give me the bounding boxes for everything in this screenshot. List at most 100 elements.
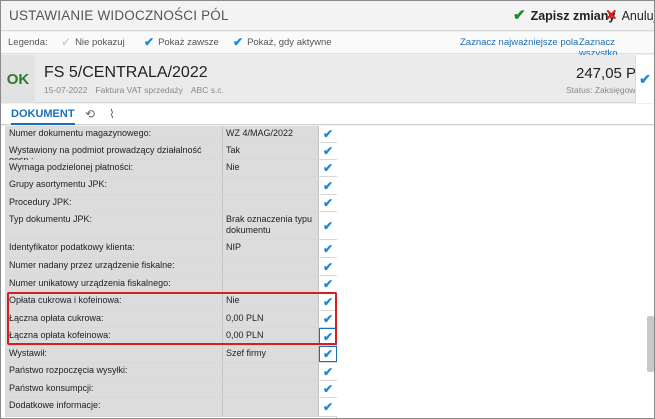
visibility-check-icon[interactable]: ✔	[319, 398, 337, 416]
visibility-check-icon[interactable]: ✔	[319, 258, 337, 275]
field-row: Łączna opłata kofeinowa: 0,00 PLN ✔	[5, 328, 337, 346]
visibility-check-icon[interactable]: ✔	[319, 311, 337, 327]
document-header: OK FS 5/CENTRALA/2022 15-07-2022 Faktura…	[1, 55, 654, 103]
legend-item-label: Nie pokazuj	[75, 36, 125, 48]
legend-item-always: ✔ Pokaż zawsze	[144, 36, 219, 48]
field-label: Numer unikatowy urządzenia fiskalnego:	[5, 276, 223, 292]
field-label: Opłata cukrowa i kofeinowa:	[5, 293, 223, 310]
legend-bar: Legenda: ✓ Nie pokazuj ✔ Pokaż zawsze ✔ …	[1, 32, 654, 59]
field-row: Typ dokumentu JPK: Brak oznaczenia typu d…	[5, 212, 337, 240]
field-row: Numer nadany przez urządzenie fiskalne: ✔	[5, 258, 337, 276]
field-row: Grupy asortymentu JPK: ✔	[5, 177, 337, 195]
field-label: Dodatkowe informacje:	[5, 398, 223, 416]
visibility-check-icon[interactable]: ✔	[319, 346, 337, 362]
visibility-check-icon[interactable]: ✔	[319, 177, 337, 194]
field-row: Łączna opłata cukrowa: 0,00 PLN ✔	[5, 311, 337, 328]
field-label: Łączna opłata cukrowa:	[5, 311, 223, 327]
select-important-link[interactable]: Zaznacz najważniejsze pola	[460, 37, 578, 48]
document-company: ABC s.c.	[190, 85, 224, 95]
tab-bar: DOKUMENT ⟲ ⌇	[1, 104, 654, 125]
field-row: Dodatkowe informacje: ✔	[5, 398, 337, 417]
field-value: 0,00 PLN	[223, 311, 319, 327]
history-icon[interactable]: ⟲	[85, 107, 95, 121]
field-label: Numer dokumentu magazynowego:	[5, 126, 223, 142]
field-label: Grupy asortymentu JPK:	[5, 177, 223, 194]
status-badge: OK	[1, 55, 35, 103]
field-value: NIP	[223, 240, 319, 257]
visibility-check-icon[interactable]: ✔	[319, 381, 337, 397]
visibility-check-icon[interactable]: ✔	[319, 126, 337, 142]
field-value	[223, 363, 319, 380]
fields-panel: Numer dokumentu magazynowego: WZ 4/MAG/20…	[1, 126, 654, 418]
legend-item-label: Pokaż zawsze	[158, 36, 219, 48]
field-label: Typ dokumentu JPK:	[5, 212, 223, 239]
field-value	[223, 398, 319, 416]
field-label: Numer nadany przez urządzenie fiskalne:	[5, 258, 223, 275]
field-row: Wystawiony na podmiot prowadzący działal…	[5, 143, 337, 165]
field-row: Identyfikator podatkowy klienta: NIP ✔	[5, 240, 337, 258]
field-value: WZ 4/MAG/2022	[223, 126, 319, 142]
close-icon: ✕	[605, 7, 618, 24]
page-title: USTAWIANIE WIDOCZNOŚCI PÓL	[9, 8, 229, 23]
visibility-check-icon[interactable]: ✔	[319, 276, 337, 292]
field-label: Wystawiony na podmiot prowadzący działal…	[5, 143, 223, 165]
field-row: Procedury JPK: ✔	[5, 195, 337, 212]
field-value: Nie	[223, 293, 319, 310]
header-visibility-check-icon[interactable]: ✔	[635, 55, 654, 103]
field-label: Państwo rozpoczęcia wysyłki:	[5, 363, 223, 380]
document-status: Status: Zaksięgowa	[566, 85, 641, 95]
field-label: Państwo konsumpcji:	[5, 381, 223, 397]
document-meta: 15-07-2022 Faktura VAT sprzedaży ABC s.c…	[44, 85, 224, 95]
save-button-label: Zapisz zmiany	[530, 8, 616, 23]
visibility-check-icon[interactable]: ✔	[319, 363, 337, 380]
field-label: Identyfikator podatkowy klienta:	[5, 240, 223, 257]
visibility-check-icon[interactable]: ✔	[319, 240, 337, 257]
field-value	[223, 258, 319, 275]
legend-item-when-active: ✔ Pokaż, gdy aktywne	[233, 36, 332, 48]
visibility-check-icon[interactable]: ✔	[319, 293, 337, 310]
field-value: Tak	[223, 143, 319, 159]
tab-document[interactable]: DOKUMENT	[11, 108, 75, 125]
field-value: 0,00 PLN	[223, 328, 319, 345]
visibility-check-icon[interactable]: ✔	[319, 143, 337, 159]
title-bar: USTAWIANIE WIDOCZNOŚCI PÓL ✔ Zapisz zmia…	[1, 1, 654, 31]
cancel-button-label: Anuluj	[621, 8, 655, 23]
field-row: Państwo rozpoczęcia wysyłki: ✔	[5, 363, 337, 381]
field-value	[223, 195, 319, 211]
window-frame: USTAWIANIE WIDOCZNOŚCI PÓL ✔ Zapisz zmia…	[0, 0, 655, 419]
legend-item-label: Pokaż, gdy aktywne	[247, 36, 332, 48]
field-label: Łączna opłata kofeinowa:	[5, 328, 223, 345]
document-number: FS 5/CENTRALA/2022	[44, 64, 208, 81]
field-row: Wystawił: Szef firmy ✔	[5, 346, 337, 363]
fields-table: Numer dokumentu magazynowego: WZ 4/MAG/20…	[5, 126, 337, 418]
visibility-check-icon[interactable]: ✔	[319, 328, 337, 345]
field-row: Wymaga podzielonej płatności: Nie ✔	[5, 160, 337, 177]
visibility-check-icon[interactable]: ✔	[319, 212, 337, 239]
field-value: Nie	[223, 160, 319, 176]
check-gray-icon: ✓	[61, 35, 72, 49]
field-row: Opłata cukrowa i kofeinowa: Nie ✔	[5, 293, 337, 311]
field-row: Numer unikatowy urządzenia fiskalnego: ✔	[5, 276, 337, 293]
field-row: Numer dokumentu magazynowego: WZ 4/MAG/20…	[5, 126, 337, 143]
document-date: 15-07-2022	[44, 85, 88, 95]
field-value: Brak oznaczenia typu dokumentu	[223, 212, 319, 239]
field-row: Państwo konsumpcji: ✔	[5, 381, 337, 398]
field-label: Wystawił:	[5, 346, 223, 362]
field-value	[223, 177, 319, 194]
check-icon: ✔	[513, 7, 526, 24]
field-value	[223, 381, 319, 397]
field-label: Wymaga podzielonej płatności:	[5, 160, 223, 176]
check-blue-icon: ✔	[144, 35, 155, 49]
field-label: Procedury JPK:	[5, 195, 223, 211]
legend-label: Legenda:	[8, 37, 48, 48]
attachment-icon[interactable]: ⌇	[109, 107, 115, 121]
legend-item-hide: ✓ Nie pokazuj	[61, 36, 125, 48]
visibility-check-icon[interactable]: ✔	[319, 160, 337, 176]
scrollbar-thumb[interactable]	[647, 316, 654, 372]
save-button[interactable]: ✔ Zapisz zmiany	[513, 8, 615, 23]
field-value: Szef firmy	[223, 346, 319, 362]
check-blue-arrow-icon: ✔	[233, 35, 244, 49]
cancel-button[interactable]: ✕ Anuluj	[605, 7, 655, 24]
field-value	[223, 276, 319, 292]
visibility-check-icon[interactable]: ✔	[319, 195, 337, 211]
